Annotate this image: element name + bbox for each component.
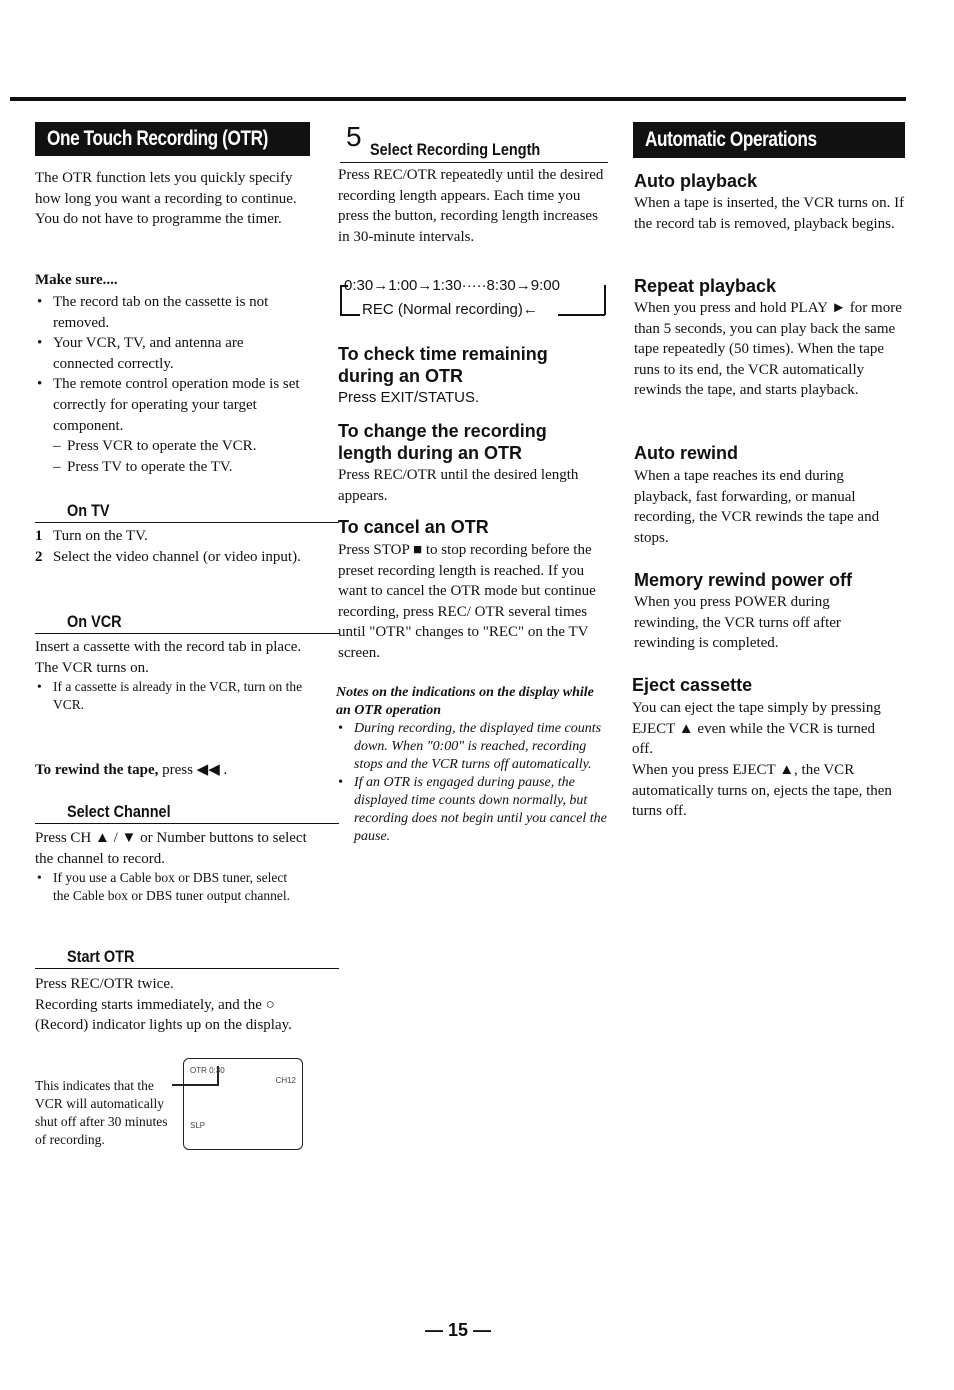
list-item: If a cassette is already in the VCR, tur… bbox=[35, 678, 307, 714]
rewind-note: To rewind the tape, press ◀◀ . bbox=[35, 760, 227, 781]
eject-cassette-text: You can eject the tape simply by pressin… bbox=[632, 700, 881, 758]
on-vcr-text: Insert a cassette with the record tab in… bbox=[35, 639, 302, 655]
rewind-rest: press ◀◀ . bbox=[162, 762, 228, 778]
section-title: On VCR bbox=[67, 612, 122, 631]
section-select-channel: Select Channel bbox=[35, 801, 339, 824]
list-item: Your VCR, TV, and antenna are connected … bbox=[35, 333, 307, 374]
on-tv-steps: 1 Turn on the TV. 2 Select the video chann… bbox=[35, 526, 307, 568]
start-otr-text: Recording starts immediately, and the ○ … bbox=[35, 996, 292, 1034]
eject-cassette-title: Eject cassette bbox=[632, 675, 753, 695]
cancel-otr-text: Press STOP ■ to stop recording before th… bbox=[338, 542, 596, 661]
step-text: Turn on the TV. bbox=[53, 528, 148, 544]
diagram-line bbox=[558, 314, 605, 316]
length-sequence-diagram: 0:30→1:00→1:30·····8:30→9:00 REC (Normal… bbox=[338, 276, 606, 320]
change-length-title: To change the recording length during an… bbox=[338, 421, 547, 463]
notes-list: During recording, the displayed time cou… bbox=[336, 720, 608, 846]
cancel-otr-title: To cancel an OTR bbox=[338, 517, 489, 537]
step-number: 5 bbox=[346, 121, 362, 152]
step: 2 Select the video channel (or video inpu… bbox=[35, 547, 307, 568]
diagram-line bbox=[340, 285, 342, 315]
section-title: Select Channel bbox=[67, 802, 171, 821]
on-vcr-text: The VCR turns on. bbox=[35, 659, 149, 676]
start-otr-text: Press REC/OTR twice. bbox=[35, 976, 174, 992]
step: 1 Turn on the TV. bbox=[35, 526, 307, 547]
repeat-playback-text: When you press and hold PLAY ► for more … bbox=[634, 300, 902, 399]
step-number: 2 bbox=[35, 548, 43, 565]
make-sure-title: Make sure.... bbox=[35, 272, 118, 288]
tv-display-illustration: OTR 0:30 CH12 SLP bbox=[183, 1058, 303, 1150]
list-item: Press TV to operate the TV. bbox=[35, 457, 307, 478]
sequence-return-text: REC (Normal recording)← bbox=[362, 301, 538, 318]
memory-rewind-text: When you press POWER during rewinding, t… bbox=[634, 594, 841, 652]
select-channel-text: Press CH ▲ / ▼ or Number buttons to sele… bbox=[35, 830, 307, 867]
section-title: Start OTR bbox=[67, 947, 135, 966]
section-start-otr: Start OTR bbox=[35, 946, 339, 969]
list-item: The remote control operation mode is set… bbox=[35, 374, 307, 436]
section-title: Select Recording Length bbox=[370, 140, 541, 159]
notes-title: Notes on the indications on the display … bbox=[336, 685, 594, 718]
memory-rewind-title: Memory rewind power off bbox=[634, 570, 853, 590]
step-text: Select the video channel (or video input… bbox=[53, 548, 301, 565]
check-time-title: To check time remaining during an OTR bbox=[338, 344, 548, 386]
display-channel: CH12 bbox=[275, 1076, 296, 1085]
section-select-recording-length: 5 Select Recording Length bbox=[340, 120, 608, 163]
auto-playback-title: Auto playback bbox=[634, 171, 758, 191]
list-item: If you use a Cable box or DBS tuner, sel… bbox=[35, 869, 307, 905]
diagram-line bbox=[340, 314, 360, 316]
select-channel-body: Press CH ▲ / ▼ or Number buttons to sele… bbox=[35, 828, 307, 905]
banner-text: One Touch Recording (OTR) bbox=[47, 127, 268, 150]
list-item: Press VCR to operate the VCR. bbox=[35, 436, 307, 457]
section-on-vcr: On VCR bbox=[35, 611, 339, 634]
auto-playback-text: When a tape is inserted, the VCR turns o… bbox=[634, 195, 905, 232]
intro-text: The OTR function lets you quickly specif… bbox=[35, 170, 297, 228]
eject-cassette-text-2: When you press EJECT ▲, the VCR automati… bbox=[632, 762, 892, 820]
check-time-text: Press EXIT/STATUS. bbox=[338, 389, 480, 406]
banner-otr: One Touch Recording (OTR) bbox=[35, 122, 310, 156]
on-vcr-body: Insert a cassette with the record tab in… bbox=[35, 637, 307, 714]
rewind-bold: To rewind the tape, bbox=[35, 762, 159, 778]
step-number: 1 bbox=[35, 528, 43, 544]
diagram-line bbox=[604, 285, 606, 315]
start-otr-body: Press REC/OTR twice. Recording starts im… bbox=[35, 974, 307, 1036]
sequence-text: 0:30→1:00→1:30·····8:30→9:00 bbox=[344, 277, 560, 294]
display-callout: This indicates that the VCR will automat… bbox=[35, 1078, 168, 1147]
display-otr: OTR 0:30 bbox=[190, 1066, 225, 1075]
page-number: — 15 — bbox=[425, 1320, 492, 1340]
banner-automatic-operations: Automatic Operations bbox=[633, 122, 905, 158]
auto-rewind-title: Auto rewind bbox=[634, 443, 738, 463]
section-on-tv: On TV bbox=[35, 500, 339, 523]
top-rule bbox=[10, 97, 906, 101]
repeat-playback-title: Repeat playback bbox=[634, 276, 777, 296]
list-item: During recording, the displayed time cou… bbox=[336, 720, 608, 774]
recording-length-text: Press REC/OTR repeatedly until the desir… bbox=[338, 167, 604, 245]
auto-rewind-text: When a tape reaches its end during playb… bbox=[634, 468, 880, 546]
change-length-text: Press REC/OTR until the desired length a… bbox=[338, 467, 579, 504]
display-mode: SLP bbox=[190, 1121, 206, 1131]
list-item: If an OTR is engaged during pause, the d… bbox=[336, 774, 608, 846]
list-item: The record tab on the cassette is not re… bbox=[35, 292, 307, 333]
banner-text: Automatic Operations bbox=[645, 128, 817, 151]
make-sure-list: The record tab on the cassette is not re… bbox=[35, 292, 307, 477]
section-title: On TV bbox=[67, 501, 110, 520]
